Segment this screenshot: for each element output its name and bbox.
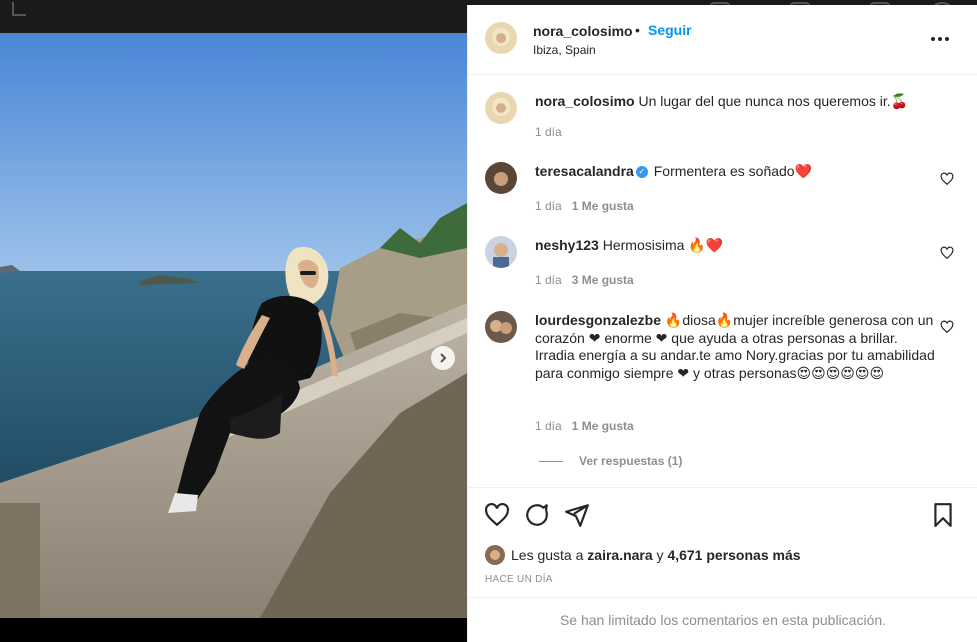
author-username[interactable]: nora_colosimo [533,23,633,39]
comment-time[interactable]: 1 día [535,419,562,433]
caption-text: Un lugar del que nunca nos queremos ir.🍒 [638,93,909,109]
caption-meta: 1 día [535,125,562,139]
photo-scene [0,33,467,618]
comment-meta: 1 día 1 Me gusta [535,419,634,433]
comment-time[interactable]: 1 día [535,199,562,213]
list-item: teresacalandra ✓ Formentera es soñado❤️ [535,163,935,181]
post-timestamp[interactable]: HACE UN DÍA [485,574,553,585]
view-replies-button[interactable]: Ver respuestas (1) [539,454,682,468]
comment-likes[interactable]: 3 Me gusta [572,273,634,287]
post-side-panel: nora_colosimo • Seguir Ibiza, Spain nora… [467,5,977,642]
comment-meta: 1 día 1 Me gusta [535,199,634,213]
comment-text: Formentera es soñado❤️ [653,163,813,179]
comment-likes[interactable]: 1 Me gusta [572,419,634,433]
caption: nora_colosimo Un lugar del que nunca nos… [535,93,935,111]
bookmark-icon[interactable] [930,502,956,528]
comments-limited-notice: Se han limitado los comentarios en esta … [468,597,977,642]
back-icon[interactable] [12,2,26,16]
avatar[interactable] [485,92,517,124]
caption-username[interactable]: nora_colosimo [535,93,635,109]
comment-likes[interactable]: 1 Me gusta [572,199,634,213]
avatar[interactable] [485,22,517,54]
replies-divider [539,460,563,462]
list-item: lourdesgonzalezbe 🔥diosa🔥mujer increíble… [535,312,935,382]
avatar[interactable] [485,162,517,194]
post-header: nora_colosimo • Seguir Ibiza, Spain [468,5,977,75]
likes-prefix: Les gusta a [511,547,584,563]
post-actions: Les gusta a zaira.nara y 4,671 personas … [468,487,977,597]
next-photo-button[interactable] [431,346,455,370]
post-photo[interactable] [0,33,467,618]
comment-username[interactable]: lourdesgonzalezbe [535,312,661,328]
avatar[interactable] [485,236,517,268]
chevron-right-icon [440,353,447,363]
avatar[interactable] [485,545,505,565]
verified-badge-icon: ✓ [635,166,648,179]
avatar[interactable] [485,311,517,343]
comment-username[interactable]: teresacalandra [535,163,634,179]
likes-user[interactable]: zaira.nara [587,547,652,563]
heart-icon[interactable] [940,172,954,186]
more-options-icon[interactable] [930,29,950,49]
comment-username[interactable]: neshy123 [535,237,599,253]
heart-icon[interactable] [484,502,510,528]
post-location[interactable]: Ibiza, Spain [533,43,596,57]
heart-icon[interactable] [940,320,954,334]
comment-meta: 1 día 3 Me gusta [535,273,634,287]
likes-conj: y [656,547,664,563]
separator-dot: • [635,22,640,38]
likes-count[interactable]: 4,671 personas más [667,547,800,563]
comment-text: Hermosisima 🔥❤️ [602,237,724,253]
comment-icon[interactable] [524,502,550,528]
share-icon[interactable] [564,502,590,528]
likes-summary: Les gusta a zaira.nara y 4,671 personas … [485,545,801,565]
caption-time[interactable]: 1 día [535,125,562,139]
list-item: neshy123 Hermosisima 🔥❤️ [535,237,935,255]
comments-list: nora_colosimo Un lugar del que nunca nos… [468,75,977,487]
view-replies-label: Ver respuestas (1) [579,454,683,468]
comment-time[interactable]: 1 día [535,273,562,287]
follow-button[interactable]: Seguir [648,22,692,38]
heart-icon[interactable] [940,246,954,260]
